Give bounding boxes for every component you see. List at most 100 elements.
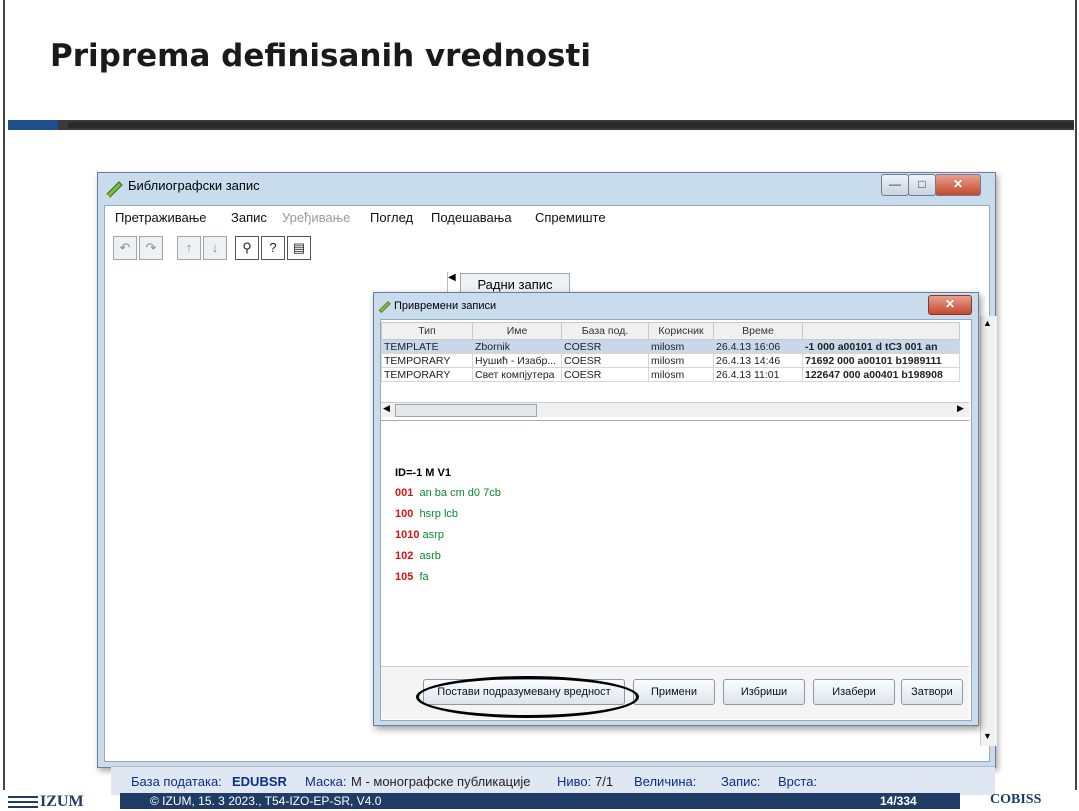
select-button[interactable]: Изабери xyxy=(813,679,895,705)
highlight-ellipse-annotation xyxy=(416,676,639,718)
menu-settings[interactable]: Подешавања xyxy=(431,210,512,225)
title-divider-accent xyxy=(8,120,58,130)
cell-name: Свет компјутера xyxy=(472,367,562,382)
search-icon[interactable]: ⚲ xyxy=(235,236,259,260)
vertical-scrollbar[interactable]: ▲ ▼ xyxy=(980,316,997,746)
menu-search[interactable]: Претраживање xyxy=(115,210,207,225)
menu-record[interactable]: Запис xyxy=(231,210,267,225)
cell-user: milosm xyxy=(648,339,714,354)
undo-icon[interactable]: ↶ xyxy=(113,236,137,260)
dialog-pencil-icon xyxy=(378,301,391,314)
cell-type: TEMPORARY xyxy=(381,367,473,382)
status-mask-value: M - монографске публикације xyxy=(351,774,531,789)
status-bar: База података: EDUBSR Маска: M - моногра… xyxy=(111,766,995,795)
col-name[interactable]: Име xyxy=(472,322,562,340)
help-icon[interactable]: ? xyxy=(261,236,285,260)
dialog-title: Привремени записи xyxy=(394,300,497,312)
cell-type: TEMPORARY xyxy=(381,353,473,368)
cell-name: Zbornik xyxy=(472,339,562,354)
cell-preview: 71692 000 a00101 b1989111 xyxy=(802,353,960,368)
field-value: hsrp lcb xyxy=(419,508,459,520)
arrow-up-icon[interactable]: ↑ xyxy=(177,236,201,260)
apply-button[interactable]: Примени xyxy=(633,679,715,705)
menu-view[interactable]: Поглед xyxy=(370,210,413,225)
scrollbar-thumb[interactable] xyxy=(395,404,537,417)
field-tag: 102 xyxy=(395,550,414,562)
cell-db: COESR xyxy=(561,353,649,368)
cell-db: COESR xyxy=(561,339,649,354)
delete-button[interactable]: Избриши xyxy=(723,679,805,705)
field-tag: 100 xyxy=(395,508,414,520)
status-level-label: Ниво: xyxy=(557,774,592,789)
footer-cobiss-logo: COBISS xyxy=(990,792,1042,807)
cell-user: milosm xyxy=(648,367,714,382)
table-row[interactable]: TEMPORARY Свет компјутера COESR milosm 2… xyxy=(381,367,960,382)
slide-frame-right xyxy=(1075,0,1077,790)
close-button[interactable]: Затвори xyxy=(901,679,963,705)
col-db[interactable]: База под. xyxy=(561,322,649,340)
field-tag: 105 xyxy=(395,571,414,583)
field-value: asrp xyxy=(422,529,444,541)
slide-title: Priprema definisanih vrednosti xyxy=(50,38,591,74)
horizontal-scrollbar[interactable]: ◀ ▶ xyxy=(381,402,969,417)
scroll-down-icon[interactable]: ▼ xyxy=(983,731,992,741)
scroll-right-icon[interactable]: ▶ xyxy=(957,403,964,414)
menu-edit[interactable]: Уређивање xyxy=(282,210,350,225)
cell-preview: 122647 000 a00401 b198908 xyxy=(802,367,960,382)
field-value: asrb xyxy=(419,550,441,562)
col-preview[interactable] xyxy=(802,322,960,340)
field-value: an ba cm d0 7cb xyxy=(419,487,501,499)
table-header-row: Тип Име База под. Корисник Време xyxy=(381,322,960,340)
dialog-content: Тип Име База под. Корисник Време TEMPLAT… xyxy=(380,319,972,721)
cell-db: COESR xyxy=(561,367,649,382)
cell-time: 26.4.13 11:01 xyxy=(713,367,803,382)
col-user[interactable]: Корисник xyxy=(648,322,714,340)
col-time[interactable]: Време xyxy=(713,322,803,340)
scroll-up-icon[interactable]: ▲ xyxy=(983,318,992,328)
arrow-down-icon[interactable]: ↓ xyxy=(203,236,227,260)
preview-header: ID=-1 M V1 xyxy=(395,467,451,479)
field-tag: 001 xyxy=(395,487,414,499)
window-title: Библиографски запис xyxy=(128,178,260,193)
cell-user: milosm xyxy=(648,353,714,368)
preview-line: 001 an ba cm d0 7cb xyxy=(395,487,501,499)
preview-line: 100 hsrp lcb xyxy=(395,508,458,520)
tab-scroll-arrow[interactable]: ◀ xyxy=(448,272,456,292)
cell-name: Нушић - Изабр... xyxy=(472,353,562,368)
title-divider-shade xyxy=(68,122,1074,128)
preview-line: 105 fa xyxy=(395,571,429,583)
record-preview-pane: ID=-1 M V1 001 an ba cm d0 7cb 100 hsrp … xyxy=(381,420,969,665)
cell-type: TEMPLATE xyxy=(381,339,473,354)
cell-time: 26.4.13 14:46 xyxy=(713,353,803,368)
maximize-button[interactable]: □ xyxy=(908,174,936,196)
footer-page-number: 14/334 xyxy=(880,794,917,808)
record-card-icon[interactable]: ▤ xyxy=(287,236,311,260)
close-window-button[interactable]: ✕ xyxy=(935,174,981,196)
status-record-label: Запис: xyxy=(721,774,761,789)
records-table: Тип Име База под. Корисник Време TEMPLAT… xyxy=(381,322,960,382)
status-level-value: 7/1 xyxy=(595,774,614,789)
redo-icon[interactable]: ↷ xyxy=(139,236,163,260)
slide-frame-left xyxy=(3,0,5,790)
field-tag: 1010 xyxy=(395,529,420,541)
minimize-button[interactable]: — xyxy=(881,174,909,196)
footer-org-logo: IZUM xyxy=(40,793,84,810)
status-size-label: Величина: xyxy=(634,774,697,789)
table-row[interactable]: TEMPORARY Нушић - Изабр... COESR milosm … xyxy=(381,353,960,368)
dialog-close-button[interactable]: ✕ xyxy=(928,295,972,315)
status-type-label: Врста: xyxy=(778,774,818,789)
col-type[interactable]: Тип xyxy=(381,322,473,340)
scroll-left-icon[interactable]: ◀ xyxy=(383,403,390,414)
status-db-label: База података: xyxy=(131,774,222,789)
status-db-value: EDUBSR xyxy=(232,774,287,789)
menu-bar: Претраживање Запис Уређивање Поглед Поде… xyxy=(105,206,989,228)
footer-logo-lines xyxy=(8,796,38,798)
cell-preview: -1 000 a00101 d tC3 001 an xyxy=(802,339,960,354)
cell-time: 26.4.13 16:06 xyxy=(713,339,803,354)
table-row[interactable]: TEMPLATE Zbornik COESR milosm 26.4.13 16… xyxy=(381,339,960,354)
menu-storage[interactable]: Спремиште xyxy=(535,210,606,225)
preview-line: 102 asrb xyxy=(395,550,441,562)
temporary-records-dialog: Привремени записи ✕ Тип Име База под. Ко… xyxy=(373,292,979,726)
preview-line: 1010 asrp xyxy=(395,529,444,541)
app-pencil-icon xyxy=(106,181,123,198)
